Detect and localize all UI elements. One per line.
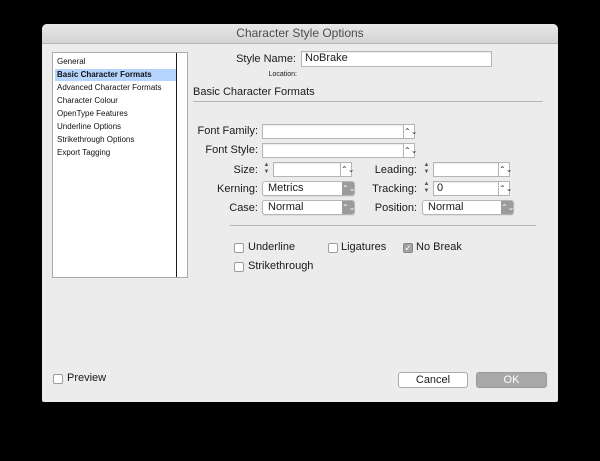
kerning-label: Kerning: (217, 183, 258, 195)
preview-checkbox[interactable] (53, 374, 63, 384)
sidebar-item-basic-character-formats[interactable]: Basic Character Formats (55, 69, 177, 81)
style-name-label: Style Name: (236, 53, 296, 65)
size-stepper-icon[interactable]: ▲ ▼ (262, 162, 271, 177)
section-title: Basic Character Formats (193, 86, 315, 98)
sidebar-item-general[interactable]: General (55, 56, 177, 68)
category-list[interactable]: General Basic Character Formats Advanced… (52, 52, 188, 278)
kerning-select[interactable]: Metrics ⌃⌄ (262, 181, 355, 196)
font-style-input[interactable] (262, 143, 404, 158)
tracking-input[interactable]: 0 (433, 181, 499, 196)
ligatures-checkbox[interactable] (328, 243, 338, 253)
font-family-label: Font Family: (197, 125, 258, 137)
checkmark-icon: ✓ (404, 243, 412, 253)
tracking-label: Tracking: (372, 183, 417, 195)
case-select[interactable]: Normal ⌃⌄ (262, 200, 355, 215)
section-divider (193, 101, 543, 102)
size-input[interactable] (273, 162, 341, 177)
character-style-options-dialog: Character Style Options General Basic Ch… (42, 24, 558, 402)
ok-button[interactable]: OK (476, 372, 547, 388)
sidebar-item-underline-options[interactable]: Underline Options (55, 121, 177, 133)
no-break-checkbox[interactable]: ✓ (403, 243, 413, 253)
chevron-up-down-icon: ⌃⌄ (342, 201, 356, 214)
sidebar-scrollbar[interactable] (176, 53, 187, 277)
position-value: Normal (428, 201, 464, 213)
case-label: Case: (229, 202, 258, 214)
font-style-label: Font Style: (205, 144, 258, 156)
chevron-up-down-icon: ⌃⌄ (342, 182, 356, 195)
sidebar-item-advanced-character-formats[interactable]: Advanced Character Formats (55, 82, 177, 94)
no-break-label: No Break (416, 241, 462, 253)
sidebar-item-character-colour[interactable]: Character Colour (55, 95, 177, 107)
tracking-dropdown-icon[interactable]: ⌃⌄ (498, 181, 512, 196)
strikethrough-label: Strikethrough (248, 260, 314, 272)
chevron-up-down-icon: ⌃⌄ (501, 201, 515, 214)
sidebar-item-export-tagging[interactable]: Export Tagging (55, 147, 177, 159)
size-dropdown-icon[interactable]: ⌃⌄ (340, 162, 354, 177)
font-family-dropdown-icon[interactable]: ⌃⌄ (403, 124, 417, 139)
sidebar-item-strikethrough-options[interactable]: Strikethrough Options (55, 134, 177, 146)
window-title: Character Style Options (42, 24, 558, 44)
cancel-button[interactable]: Cancel (398, 372, 468, 388)
case-value: Normal (268, 201, 304, 213)
leading-label: Leading: (374, 164, 417, 176)
font-family-input[interactable] (262, 124, 404, 139)
ligatures-label: Ligatures (341, 241, 387, 253)
font-style-dropdown-icon[interactable]: ⌃⌄ (403, 143, 417, 158)
underline-label: Underline (248, 241, 296, 253)
leading-dropdown-icon[interactable]: ⌃⌄ (498, 162, 512, 177)
leading-input[interactable] (433, 162, 499, 177)
underline-checkbox[interactable] (234, 243, 244, 253)
kerning-value: Metrics (268, 182, 304, 194)
leading-stepper-icon[interactable]: ▲ ▼ (422, 162, 431, 177)
style-name-input[interactable]: NoBrake (301, 51, 492, 67)
position-select[interactable]: Normal ⌃⌄ (422, 200, 514, 215)
location-label: Location: (268, 71, 297, 78)
preview-label: Preview (67, 372, 107, 384)
size-label: Size: (233, 164, 258, 176)
position-label: Position: (374, 202, 417, 214)
tracking-stepper-icon[interactable]: ▲ ▼ (422, 181, 431, 196)
sidebar-item-opentype-features[interactable]: OpenType Features (55, 108, 177, 120)
strikethrough-checkbox[interactable] (234, 262, 244, 272)
options-divider (230, 225, 536, 226)
